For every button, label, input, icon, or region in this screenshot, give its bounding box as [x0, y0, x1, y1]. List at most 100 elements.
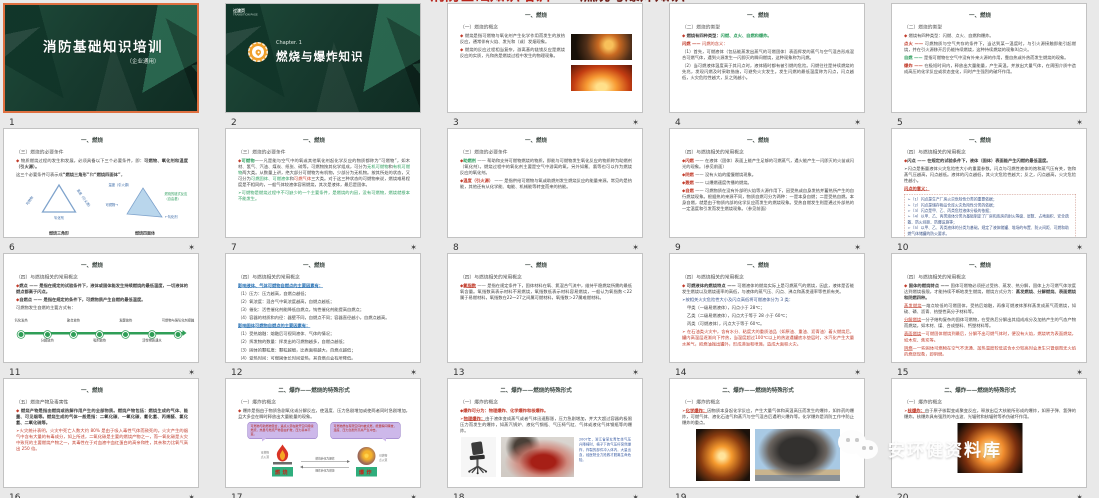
- slide-thumbnail[interactable]: 二、爆炸——燃烧的特殊形式（一）爆炸的概念➢化学爆炸：因物质本身起化学反应，产生…: [669, 378, 865, 488]
- arrow-label: 爆炸转化为燃烧: [299, 469, 351, 473]
- paragraph: ➢ 在石油类火灾中，含有水分、粘度大的重质油品（如原油、重油、沥青油）着火燃烧后…: [682, 329, 854, 347]
- text-segment: —— 以爆燃速度传播的燃烧。: [694, 181, 752, 186]
- animation-star-icon[interactable]: ✶: [188, 243, 195, 252]
- paragraph: ◆ 燃烧产物是指由燃烧或热解作用产生的全部物质。燃烧产物包括：燃烧生成的气体、能…: [16, 408, 188, 426]
- slide-thumbnail[interactable]: 二、爆炸——燃烧的特殊形式（一）爆炸的概念➢核爆炸：由于原子核裂变或聚变反应，释…: [891, 378, 1087, 488]
- slide-thumbnail[interactable]: 一、燃烧（四）与燃烧相关的常用概念◆燃点 —— 是指在规定的试验条件下，液体或固…: [3, 253, 199, 363]
- side-label: 点火源: [379, 459, 394, 463]
- transition-page-logo: 过渡页TRANSITION PAGE: [233, 9, 258, 17]
- transition-arrows: 燃烧转化为爆炸爆炸转化为燃烧: [299, 457, 351, 477]
- slide-thumbnail[interactable]: 一、燃烧（二）燃烧的类型◆ 燃烧有四种类型：闪燃、点火、自燃和爆炸。闪燃 —— …: [669, 3, 865, 113]
- note-line: ➢（4）以甲、乙、丙类液体分类为基础制定了厂房和库房的耐火等级、层数、占地面积、…: [908, 214, 1073, 225]
- slide-thumbnail[interactable]: 一、燃烧（四）与燃烧相关的常用概念影响液体、气体可燃物自燃点的主要因素有：（1）…: [225, 253, 421, 363]
- animation-star-icon[interactable]: ✶: [410, 368, 417, 377]
- slide-thumbnail[interactable]: 一、燃烧（四）与燃烧相关的常用概念◆ 固体的燃烧特点 —— 固体可燃物必须经过受…: [891, 253, 1087, 363]
- logo-text: 过渡页: [233, 9, 245, 14]
- animation-star-icon[interactable]: ✶: [632, 493, 639, 498]
- text-segment: 轰燃: [685, 181, 694, 186]
- timeline-node: [148, 331, 155, 338]
- slide-thumbnail[interactable]: 过渡页TRANSITION PAGEChapter. 1燃烧与爆炸知识: [225, 3, 421, 113]
- paragraph: （2）氧浓度：混合气中氧浓度越高，自燃点越低；: [238, 299, 410, 305]
- text-segment: “燃烧三角形”: [63, 173, 90, 178]
- animation-star-icon[interactable]: ✶: [1076, 118, 1083, 127]
- animation-star-icon[interactable]: ✶: [632, 118, 639, 127]
- slide-thumbnail[interactable]: 二、爆炸——燃烧的特殊形式（一）爆炸的概念◆ 爆炸是指由于物质急剧氧化或分解反应…: [225, 378, 421, 488]
- text-segment: 是指可燃物在空气中没有外来火源的作用，靠自热或外热而发生燃烧的现象。: [924, 56, 1069, 61]
- slide-thumbnail[interactable]: 消防基础知识培训（企业通用）: [3, 3, 199, 113]
- triangle-label: 温度（引火源）: [76, 188, 93, 210]
- arrow-label: 燃烧转化为爆炸: [299, 457, 351, 461]
- section-subheading: （二）燃烧的类型: [682, 23, 854, 30]
- slide-thumbnail[interactable]: 一、燃烧（一）燃烧的概念◆ 燃烧是指可燃物与氧化剂产生化学作用而发生的放热反应，…: [447, 3, 643, 113]
- animation-star-icon[interactable]: ✶: [1076, 243, 1083, 252]
- paragraph: 影响液体、气体可燃物自燃点的主要因素有：: [238, 283, 410, 289]
- slide-thumbnail[interactable]: 二、爆炸——燃烧的特殊形式（一）爆炸的概念◆爆炸可分为：物理爆炸、化学爆炸和核爆…: [447, 378, 643, 488]
- slide-thumbnail[interactable]: 一、燃烧（三）燃烧的必要条件◆助燃剂 —— 帮助和支持可燃物燃烧的物质，即能与可…: [447, 128, 643, 238]
- animation-star-icon[interactable]: ✶: [854, 243, 861, 252]
- slide-number: 2: [231, 118, 237, 128]
- slide-thumbnail[interactable]: 一、燃烧（三）燃烧的必要条件◆可燃物——凡是能与空气中的氧或其他氧化剂起化学反应…: [225, 128, 421, 238]
- slide-footer: 20✶: [891, 488, 1087, 498]
- location-pin-icon: [254, 48, 262, 56]
- slide-content: 一、燃烧（四）与燃烧相关的常用概念◆ 固体的燃烧特点 —— 固体可燃物必须经过受…: [892, 254, 1087, 363]
- animation-star-icon[interactable]: ✶: [854, 493, 861, 498]
- slide-content: 一、燃烧（四）与燃烧相关的常用概念◆ 可燃液体的燃烧特点 —— 可燃液体的燃烧实…: [670, 254, 865, 363]
- slide-thumbnail[interactable]: 一、燃烧（四）与燃烧相关的常用概念◆闪燃 —— 在液体（固体）表面上能产生足够的…: [669, 128, 865, 238]
- slide-content: 一、燃烧（二）燃烧的类型◆ 燃烧有四种类型：闪燃、点火、自燃和爆炸。闪燃 —— …: [670, 4, 865, 113]
- timeline-label: 发酵放热: [108, 319, 143, 323]
- animation-star-icon[interactable]: ✶: [854, 118, 861, 127]
- slide-thumbnail[interactable]: 一、燃烧（四）与燃烧相关的常用概念◆ 可燃液体的燃烧特点 —— 可燃液体的燃烧实…: [669, 253, 865, 363]
- paragraph: 这三个必要条件可表示成“燃烧三角形”和“燃烧四面体”。: [16, 172, 188, 178]
- paragraph: ◆可燃物——凡是能与空气中的氧或其他氧化剂起化学反应的物质都称为“可燃物”，如木…: [238, 158, 410, 188]
- paragraph: ➢物理爆炸：由于液体变成蒸气或者气体迅速膨胀，压力急剧增加，并大大超过容器的极限…: [460, 416, 632, 434]
- chapter-title: 燃烧与爆炸知识: [276, 47, 364, 64]
- section-subheading: （五）燃烧产物及毒害性: [16, 398, 188, 405]
- slide-thumbnail[interactable]: 一、燃烧（三）燃烧的必要条件◆ 物质燃烧过程的发生和发展，必须具备以下三个必要条…: [3, 128, 199, 238]
- text-segment: 自燃 ——: [904, 56, 924, 61]
- triangle-caption: 燃烧三角形: [22, 231, 97, 237]
- slide-thumbnail[interactable]: 一、燃烧（四）与燃烧相关的常用概念◆氧指数 —— 是指在规定条件下，固体材料在氧…: [447, 253, 643, 363]
- animation-star-icon[interactable]: ✶: [632, 243, 639, 252]
- animation-star-icon[interactable]: ✶: [1076, 493, 1083, 498]
- slide-thumbnail[interactable]: 一、燃烧（四）与燃烧相关的常用概念◆闪点 —— 在规定的试验条件下，液体（固体）…: [891, 128, 1087, 238]
- text-segment: 闪点 —— 在规定的试验条件下，液体（固体）表面能产生闪燃的最低温度。: [907, 159, 1050, 164]
- animation-star-icon[interactable]: ✶: [410, 493, 417, 498]
- fire-triangle-diagram: 可燃物温度（引火源）氧化剂燃烧三角形温度（引火源）可燃物→←氧化剂燃烧的链式反应…: [16, 183, 188, 233]
- animation-star-icon[interactable]: ✶: [854, 368, 861, 377]
- tetrahedron-caption: 燃烧四面体: [108, 231, 183, 237]
- self-ignition-ways-timeline: 氧化发热分解放热聚合放热吸附放热发酵放热活性物质遇水可燃物与强氧化剂接触: [16, 317, 188, 350]
- section-subheading: （四）与燃烧相关的常用概念: [904, 273, 1076, 280]
- slide-number: 16: [9, 493, 20, 498]
- slide-thumbnail[interactable]: 一、燃烧（二）燃烧的类型◆ 燃烧有四种类型：闪燃、点火、自燃和爆炸。点火 —— …: [891, 3, 1087, 113]
- paragraph: 自燃 —— 是指可燃物在空气中没有外来火源的作用，靠自热或外热而发生燃烧的现象。: [904, 55, 1076, 61]
- diagram-row: 可燃物点火源燃烧燃烧转化为爆炸爆炸转化为燃烧可燃物点火源✹爆炸: [238, 444, 410, 477]
- burn-side: 可燃物点火源燃烧: [271, 444, 294, 477]
- slide-header: 二、爆炸——燃烧的特殊形式: [682, 386, 834, 394]
- animation-star-icon[interactable]: ✶: [188, 493, 195, 498]
- slide-cell: 一、燃烧（五）燃烧产物及毒害性◆ 燃烧产物是指由燃烧或热解作用产生的全部物质。燃…: [3, 378, 199, 498]
- text-segment: 无机可燃物: [367, 165, 389, 170]
- slide-cell: 消防基础知识培训（企业通用）1: [3, 3, 199, 128]
- text-segment: （2）挥发物的数量：挥发出的可燃物越多，自燃点越低；: [238, 340, 347, 345]
- text-segment: —— 在液体（固体）表面上能产生足够的可燃蒸气，遇火能产生一闪即灭的火苗或闪光的…: [682, 159, 854, 170]
- arrow-down-group: 爆炸转化为燃烧: [299, 466, 351, 473]
- slide-header: 一、燃烧: [16, 261, 168, 269]
- slide-number: 13: [453, 368, 464, 378]
- text-segment: 可燃气体: [294, 177, 311, 182]
- text-segment: 燃烧有四种类型：: [687, 34, 721, 39]
- slide-footer: 5✶: [891, 113, 1087, 129]
- text-segment: —一些固体可燃物在空气不流通、加热温度较低或含水分较高时会发生只冒烟而无火焰的燃…: [904, 346, 1076, 357]
- paragraph: （3）固体的颗粒度：颗粒越细，比表面积越大，自燃点越低；: [238, 347, 410, 353]
- animation-star-icon[interactable]: ✶: [410, 243, 417, 252]
- animation-star-icon[interactable]: ✶: [632, 368, 639, 377]
- slide-footer: 16 ✶: [3, 488, 199, 498]
- slide-cell: 一、燃烧（四）与燃烧相关的常用概念◆闪燃 —— 在液体（固体）表面上能产生足够的…: [669, 128, 865, 253]
- text-segment: 氧指数: [463, 284, 476, 289]
- animation-star-icon[interactable]: ✶: [1076, 368, 1083, 377]
- paragraph: 蒸发燃烧—熔点较低的可燃固体，受热后熔融，再像可燃液体那样蒸发成蒸气而燃烧，如硫…: [904, 303, 1076, 315]
- slide-footer: 9✶: [669, 238, 865, 254]
- slide-content: 一、燃烧（三）燃烧的必要条件◆可燃物——凡是能与空气中的氧或其他氧化剂起化学反应…: [226, 129, 421, 238]
- animation-star-icon[interactable]: ✶: [188, 368, 195, 377]
- slide-cell: 二、爆炸——燃烧的特殊形式（一）爆炸的概念◆爆炸可分为：物理爆炸、化学爆炸和核爆…: [447, 378, 643, 498]
- slide-thumbnail[interactable]: 一、燃烧（五）燃烧产物及毒害性◆ 燃烧产物是指由燃烧或热解作用产生的全部物质。燃…: [3, 378, 199, 488]
